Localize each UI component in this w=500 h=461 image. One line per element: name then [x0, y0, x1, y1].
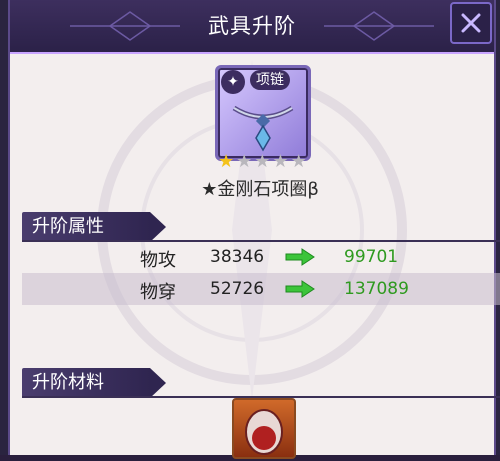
star-rating: ★ ★ ★ ★ ★: [218, 153, 308, 171]
star-icon: ★: [218, 151, 235, 172]
upgrade-panel: 武具升阶 ✦ 项链 ★ ★ ★ ★ ★ ★金刚石项圈β 升阶属性 物攻 3834…: [8, 0, 500, 459]
item-card[interactable]: ✦ 项链: [215, 65, 311, 161]
close-button[interactable]: [450, 2, 492, 44]
stat-old-value: 52726: [210, 279, 265, 299]
item-name: ★金刚石项圈β: [201, 179, 319, 200]
section-attributes-tab: 升阶属性: [22, 212, 166, 242]
stat-row: 物攻 38346 99701: [22, 241, 500, 273]
star-icon: ★: [236, 151, 253, 172]
close-icon: [461, 13, 481, 33]
star-icon: ★: [272, 151, 289, 172]
stat-label: 物穿: [140, 282, 176, 303]
stat-row: 物穿 52726 137089: [22, 273, 500, 305]
stat-new-value: 99701: [344, 247, 399, 267]
star-icon: ★: [254, 151, 271, 172]
section-materials-tab: 升阶材料: [22, 368, 166, 398]
necklace-icon: [232, 105, 294, 152]
necklace-type-icon: ✦: [221, 70, 245, 94]
window-title: 武具升阶: [208, 14, 296, 38]
arrow-right-icon: [285, 248, 315, 266]
header-bar: 武具升阶: [10, 0, 494, 54]
material-gem-icon: [245, 409, 283, 455]
stat-old-value: 38346: [210, 247, 265, 267]
stat-new-value: 137089: [344, 279, 409, 299]
star-icon: ★: [290, 151, 307, 172]
arrow-right-icon: [285, 280, 315, 298]
stat-label: 物攻: [140, 250, 176, 271]
item-type-badge: 项链: [250, 70, 290, 90]
material-slot[interactable]: [232, 398, 296, 459]
